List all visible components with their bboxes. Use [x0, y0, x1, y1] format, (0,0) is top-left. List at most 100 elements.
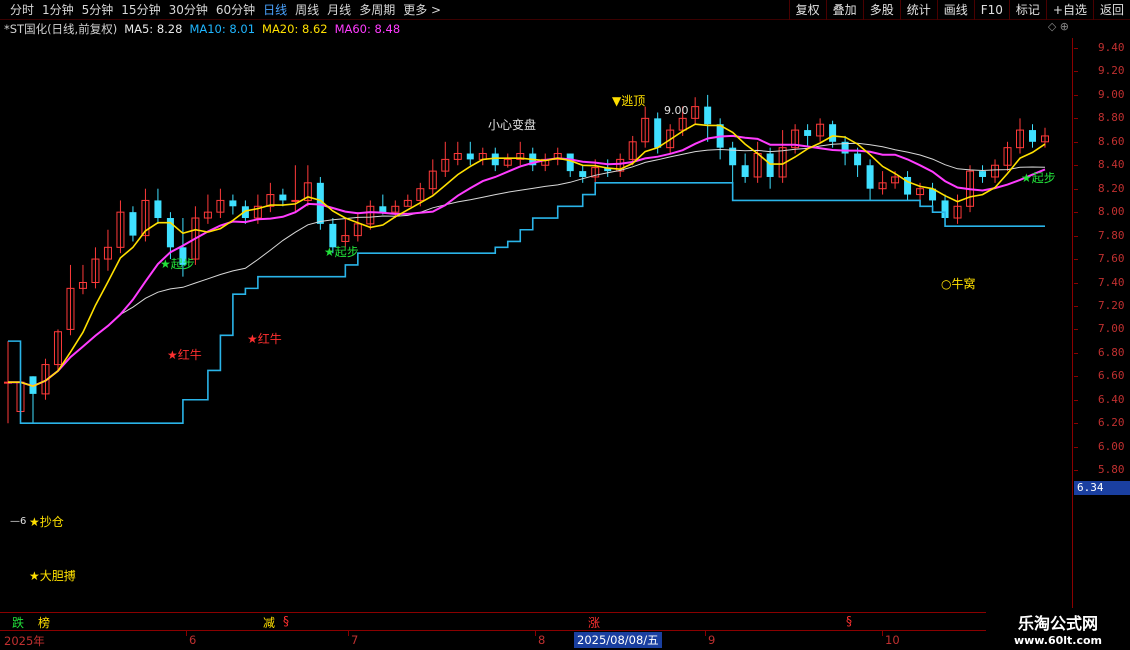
toolbar-button-0[interactable]: 复权 [788, 0, 826, 20]
price-label: 9.00 [1098, 87, 1125, 101]
period-tab-2[interactable]: 5分钟 [78, 0, 118, 20]
section-mark-1: § [283, 614, 289, 628]
price-tick [1074, 235, 1078, 237]
date-label-9: 9 [708, 633, 716, 647]
period-tab-9[interactable]: 多周期 [355, 0, 399, 20]
period-tabs: 分时 1分钟 5分钟 15分钟 30分钟 60分钟 日线 周线 月线 多周期 更多 > [0, 0, 445, 20]
price-tick [1074, 48, 1078, 49]
candle-body-down [154, 200, 162, 219]
candle-body-down [379, 206, 387, 213]
price-tick [1074, 352, 1078, 354]
period-tab-4[interactable]: 30分钟 [165, 0, 212, 20]
candle-body-down [854, 153, 862, 166]
price-label: 9.20 [1098, 64, 1125, 78]
price-label: 6.80 [1098, 345, 1125, 359]
ma10-value: MA10: 8.01 [189, 22, 256, 36]
price-label: 8.20 [1098, 181, 1125, 195]
fall-signal: 跌 [12, 616, 25, 630]
price-label: 8.80 [1098, 111, 1125, 125]
price-label: 7.40 [1098, 275, 1125, 289]
date-tick [705, 631, 706, 636]
start-signal-3: ★起步 [1021, 171, 1056, 185]
price-tick [1074, 188, 1078, 190]
period-tab-8[interactable]: 月线 [323, 0, 355, 20]
candle-body-down [829, 124, 837, 142]
low-value-label: —6 [10, 516, 27, 527]
price-tick [1074, 165, 1078, 167]
candle-body-down [979, 171, 987, 177]
caution-label: 小心变盘 [488, 118, 537, 132]
price-label: 6.20 [1098, 416, 1125, 430]
toolbar-button-7[interactable]: +自选 [1045, 0, 1093, 20]
toolbar-button-8[interactable]: 返回 [1092, 0, 1130, 20]
price-label: 9.40 [1098, 41, 1125, 54]
candle-body-down [129, 212, 137, 236]
price-label: 6.40 [1098, 392, 1125, 406]
date-axis: 2025年 6 7 8 2025/08/08/五 9 10 [0, 630, 1130, 650]
price-label: 5.80 [1098, 463, 1125, 477]
price-tick [1074, 305, 1078, 307]
candle-body-down [704, 106, 712, 125]
ma60-value: MA60: 8.48 [334, 22, 401, 36]
price-tick [1074, 446, 1078, 448]
start-signal-2: ★起步 [324, 245, 359, 259]
price-tick [1074, 118, 1078, 120]
candle-body-down [579, 171, 587, 177]
candle-body-down [491, 153, 499, 166]
toolbar-button-6[interactable]: 标记 [1008, 0, 1046, 20]
indicator-infobar: *ST国化(日线,前复权) MA5: 8.28 MA10: 8.01 MA20:… [0, 20, 1080, 38]
price-label: 7.00 [1098, 322, 1125, 336]
kline-chart[interactable] [0, 38, 1073, 610]
stock-title[interactable]: *ST国化(日线,前复权) [4, 21, 117, 37]
period-tab-3[interactable]: 15分钟 [117, 0, 164, 20]
period-tab-10[interactable]: 更多 > [399, 0, 445, 20]
period-tab-7[interactable]: 周线 [291, 0, 323, 20]
period-tab-1[interactable]: 1分钟 [38, 0, 78, 20]
price-tick [1074, 376, 1078, 378]
price-tick [1074, 94, 1078, 96]
candle-body-down [804, 130, 812, 136]
reduce-signal: 减 [263, 616, 276, 630]
watermark-url: www.60lt.com [1013, 634, 1103, 647]
support-step-line [8, 182, 1045, 424]
red-bull-signal-1: ★红牛 [167, 348, 202, 362]
date-tick [882, 631, 883, 636]
toolbar-button-4[interactable]: 画线 [936, 0, 974, 20]
price-label: 7.80 [1098, 228, 1125, 242]
date-tick [535, 631, 536, 636]
signal-strip: 跌 榜 减 § 涨 § [0, 612, 1073, 630]
candle-body-down [1029, 130, 1037, 142]
date-label-7: 7 [351, 633, 359, 647]
date-cursor: 2025/08/08/五 [574, 632, 662, 648]
price-label: 6.00 [1098, 439, 1125, 453]
candle-body-down [866, 165, 874, 189]
period-tab-5[interactable]: 60分钟 [212, 0, 259, 20]
current-price-tag: 6.34 [1074, 481, 1130, 495]
price-label: 8.40 [1098, 158, 1125, 172]
red-bull-signal-2: ★红牛 [247, 332, 282, 346]
period-tab-0[interactable]: 分时 [6, 0, 38, 20]
chart-settings-icon[interactable]: ◇ ⊕ [1048, 20, 1069, 33]
price-tick [1074, 282, 1078, 284]
candle-body-down [654, 118, 662, 148]
toolbar-actions: 复权 叠加 多股 统计 画线 F10 标记 +自选 返回 [788, 0, 1130, 20]
ma5-value: MA5: 8.28 [124, 22, 183, 36]
toolbar-button-1[interactable]: 叠加 [825, 0, 863, 20]
price-label: 7.20 [1098, 298, 1125, 312]
high-value-label: 9.00 [664, 104, 689, 117]
date-tick [186, 631, 187, 636]
candle-body-up [291, 199, 300, 202]
date-label-10: 10 [885, 633, 900, 647]
price-tick [1074, 470, 1078, 472]
toolbar-button-2[interactable]: 多股 [862, 0, 900, 20]
price-tick [1074, 141, 1078, 143]
bold-fight-signal: ★大胆搏 [29, 569, 76, 583]
start-signal-1: ★起步 [160, 257, 195, 271]
toolbar-button-3[interactable]: 统计 [899, 0, 937, 20]
price-tick [1074, 423, 1078, 425]
period-tab-6[interactable]: 日线 [259, 0, 291, 20]
watermark: 乐淘公式网 www.60lt.com [986, 608, 1130, 650]
price-tick [1074, 329, 1078, 331]
watermark-title: 乐淘公式网 [1017, 614, 1098, 633]
toolbar-button-5[interactable]: F10 [973, 0, 1009, 20]
